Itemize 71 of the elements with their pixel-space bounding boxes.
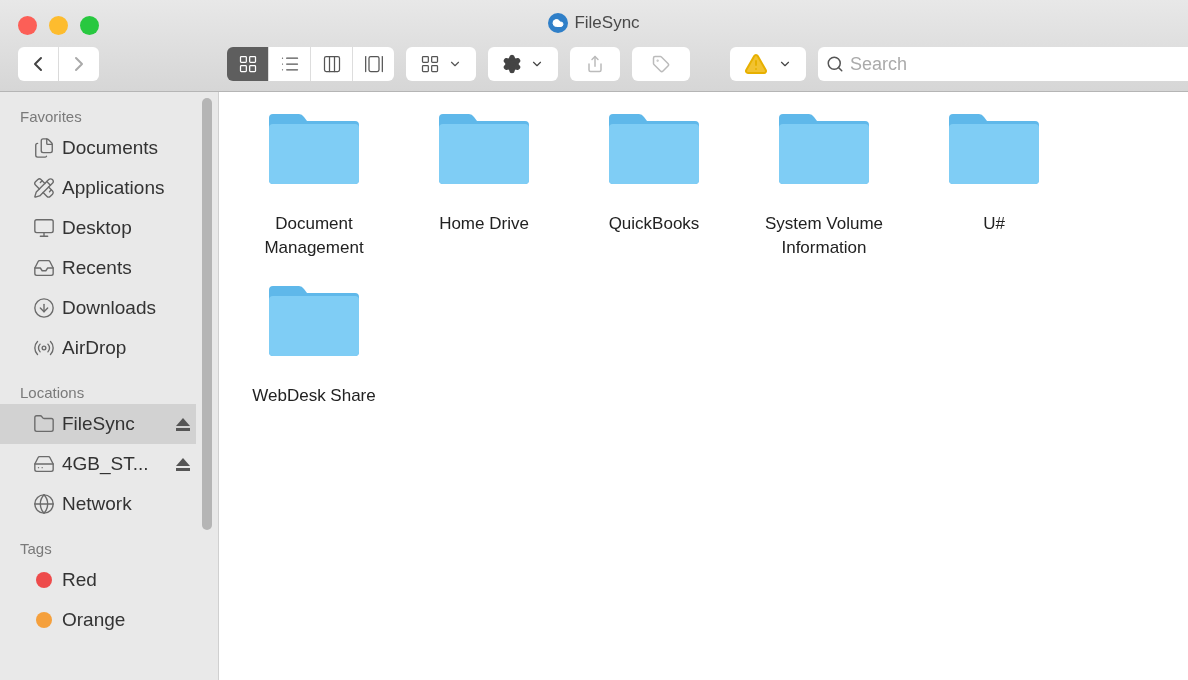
folder-icon bbox=[437, 112, 531, 186]
folder-name: Document Management bbox=[264, 213, 364, 259]
share-icon bbox=[586, 55, 604, 73]
sidebar-item[interactable]: Downloads bbox=[0, 288, 196, 328]
eject-icon[interactable] bbox=[176, 417, 190, 431]
action-button[interactable] bbox=[488, 47, 558, 81]
search-field[interactable]: Search bbox=[818, 47, 1188, 81]
tag-icon bbox=[652, 55, 670, 73]
sidebar-item[interactable]: Desktop bbox=[0, 208, 196, 248]
sidebar-item[interactable]: Red bbox=[0, 560, 196, 600]
item-label: 4GB_ST... bbox=[62, 451, 150, 477]
item-label: Red bbox=[62, 567, 98, 592]
sidebar-item[interactable]: Network bbox=[0, 484, 196, 524]
folder-item[interactable]: QuickBooks bbox=[569, 112, 739, 284]
sidebar-item[interactable]: FileSync bbox=[0, 404, 196, 444]
warning-icon bbox=[744, 52, 768, 76]
list-view-button[interactable] bbox=[269, 47, 310, 81]
folder-name: WebDesk Share bbox=[252, 385, 376, 407]
item-label: FileSync bbox=[62, 411, 136, 436]
download-icon bbox=[33, 297, 55, 319]
recents-icon bbox=[33, 257, 55, 279]
desktop-icon bbox=[33, 217, 55, 239]
section-heading: Locations bbox=[19, 383, 86, 403]
item-label: Downloads bbox=[62, 295, 157, 320]
back-button[interactable] bbox=[18, 47, 58, 81]
sidebar-item[interactable]: Orange bbox=[0, 600, 196, 640]
folder-name: QuickBooks bbox=[608, 213, 700, 235]
folder-icon bbox=[267, 284, 361, 358]
folder-name: U# bbox=[983, 213, 1005, 235]
column-view-button[interactable] bbox=[311, 47, 352, 81]
item-label: AirDrop bbox=[62, 335, 128, 360]
icons-view-icon bbox=[237, 54, 258, 74]
folder-item[interactable]: System Volume Information bbox=[739, 112, 909, 284]
eject-icon[interactable] bbox=[176, 457, 190, 471]
folder-icon bbox=[947, 112, 1041, 186]
gallery-view-icon bbox=[363, 54, 384, 74]
item-label: Applications bbox=[62, 175, 166, 200]
item-label: Documents bbox=[62, 135, 160, 160]
applications-icon bbox=[33, 177, 55, 199]
item-label: Network bbox=[62, 491, 133, 516]
folder-item[interactable]: U# bbox=[909, 112, 1079, 284]
item-label: Recents bbox=[62, 255, 133, 280]
folder-item[interactable]: Home Drive bbox=[399, 112, 569, 284]
sidebar-item[interactable]: Documents bbox=[0, 128, 196, 168]
documents-icon bbox=[33, 137, 55, 159]
item-label: Desktop bbox=[62, 215, 133, 240]
columns-view-icon bbox=[321, 54, 342, 74]
folder-icon bbox=[33, 413, 55, 435]
globe-icon bbox=[33, 493, 55, 515]
gallery-view-button[interactable] bbox=[353, 47, 394, 81]
folder-item[interactable]: WebDesk Share bbox=[229, 284, 399, 456]
sidebar-item[interactable]: 4GB_ST... bbox=[0, 444, 196, 484]
group-button[interactable] bbox=[406, 47, 476, 81]
folder-icon bbox=[777, 112, 871, 186]
folder-icon bbox=[267, 112, 361, 186]
window-title: FileSync bbox=[574, 12, 640, 35]
search-icon bbox=[826, 55, 844, 73]
section-heading: Tags bbox=[19, 539, 53, 559]
folder-name: System Volume Information bbox=[764, 213, 884, 259]
sidebar-item[interactable]: Applications bbox=[0, 168, 196, 208]
sidebar-item[interactable]: Recents bbox=[0, 248, 196, 288]
grid-icon bbox=[420, 54, 440, 74]
section-heading: Favorites bbox=[19, 107, 83, 127]
sidebar-item[interactable]: AirDrop bbox=[0, 328, 196, 368]
folder-name: Home Drive bbox=[439, 213, 529, 235]
icon-view-button[interactable] bbox=[227, 47, 268, 81]
cloud-icon bbox=[548, 13, 569, 33]
folder-icon bbox=[607, 112, 701, 186]
folder-item[interactable]: Document Management bbox=[229, 112, 399, 284]
drive-icon bbox=[33, 453, 55, 475]
item-label: Orange bbox=[62, 607, 127, 632]
